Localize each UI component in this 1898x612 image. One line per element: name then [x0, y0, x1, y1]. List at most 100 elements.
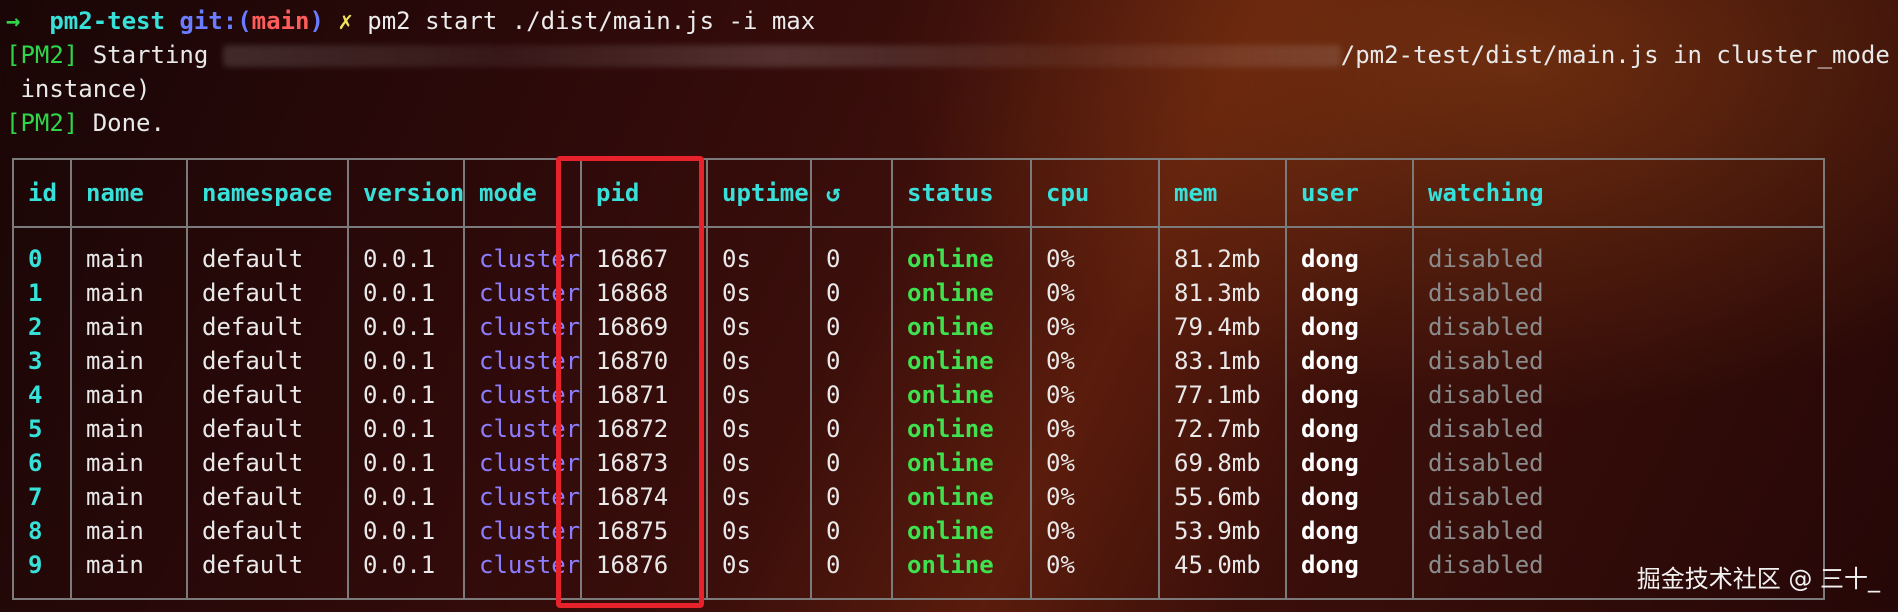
cell-id: 8 [28, 517, 43, 545]
cell-cpu: 0% [1046, 245, 1075, 273]
header-mem: mem [1174, 179, 1218, 207]
output-done-line: [PM2] Done. [6, 106, 165, 140]
redacted-path [222, 45, 1341, 67]
cell-watching: disabled [1428, 347, 1544, 375]
header-cpu: cpu [1046, 179, 1090, 207]
cell-mem: 79.4mb [1174, 313, 1261, 341]
cell-watching: disabled [1428, 279, 1544, 307]
cell-name: main [86, 517, 144, 545]
cell-uptime: 0s [722, 347, 751, 375]
cell-restarts: 0 [826, 381, 841, 409]
cell-namespace: default [202, 347, 304, 375]
cell-restarts: 0 [826, 347, 841, 375]
cell-namespace: default [202, 381, 304, 409]
cell-status: online [907, 517, 994, 545]
cell-status: online [907, 449, 994, 477]
cell-name: main [86, 313, 144, 341]
mode-column-highlight [556, 156, 704, 608]
cell-namespace: default [202, 483, 304, 511]
cell-restarts: 0 [826, 313, 841, 341]
cell-version: 0.0.1 [363, 313, 436, 341]
cell-cpu: 0% [1046, 415, 1075, 443]
cell-id: 5 [28, 415, 43, 443]
cell-status: online [907, 347, 994, 375]
starting-suffix: /pm2-test/dist/main.js in cluster_mode (… [1340, 41, 1898, 69]
column-divider [810, 160, 812, 598]
cell-version: 0.0.1 [363, 551, 436, 579]
cell-status: online [907, 483, 994, 511]
cell-watching: disabled [1428, 313, 1544, 341]
cell-status: online [907, 313, 994, 341]
cell-mem: 77.1mb [1174, 381, 1261, 409]
dirty-mark-icon: ✗ [338, 7, 353, 35]
column-divider [463, 160, 465, 598]
cell-mem: 72.7mb [1174, 415, 1261, 443]
cell-namespace: default [202, 415, 304, 443]
column-divider [891, 160, 893, 598]
cell-mem: 53.9mb [1174, 517, 1261, 545]
cell-user: dong [1301, 245, 1359, 273]
cell-watching: disabled [1428, 415, 1544, 443]
prompt-directory: pm2-test [49, 7, 165, 35]
cell-user: dong [1301, 347, 1359, 375]
cell-namespace: default [202, 245, 304, 273]
starting-prefix: Starting [78, 41, 209, 69]
cell-name: main [86, 449, 144, 477]
cell-watching: disabled [1428, 517, 1544, 545]
cell-restarts: 0 [826, 551, 841, 579]
cell-name: main [86, 245, 144, 273]
cell-user: dong [1301, 483, 1359, 511]
cell-status: online [907, 415, 994, 443]
column-divider [706, 160, 708, 598]
header-namespace: namespace [202, 179, 333, 207]
cell-uptime: 0s [722, 415, 751, 443]
column-divider [1158, 160, 1160, 598]
column-divider [186, 160, 188, 598]
column-divider [347, 160, 349, 598]
cell-mem: 69.8mb [1174, 449, 1261, 477]
header-name: name [86, 179, 144, 207]
cell-version: 0.0.1 [363, 279, 436, 307]
cell-namespace: default [202, 517, 304, 545]
cell-uptime: 0s [722, 381, 751, 409]
column-divider [1030, 160, 1032, 598]
cell-name: main [86, 415, 144, 443]
column-divider [1285, 160, 1287, 598]
header-uptime: uptime [722, 179, 809, 207]
cell-id: 3 [28, 347, 43, 375]
cell-id: 9 [28, 551, 43, 579]
cell-version: 0.0.1 [363, 517, 436, 545]
cell-status: online [907, 381, 994, 409]
git-branch: main [251, 7, 310, 35]
cell-user: dong [1301, 517, 1359, 545]
cell-restarts: 0 [826, 483, 841, 511]
terminal[interactable]: → pm2-test git:(main) ✗ pm2 start ./dist… [0, 0, 1898, 612]
column-divider [70, 160, 72, 598]
cell-user: dong [1301, 279, 1359, 307]
header-mode: mode [479, 179, 537, 207]
cell-user: dong [1301, 415, 1359, 443]
header-status: status [907, 179, 994, 207]
watermark: 掘金技术社区 @ 三十_ [1636, 565, 1880, 593]
cell-mem: 81.3mb [1174, 279, 1261, 307]
cell-uptime: 0s [722, 279, 751, 307]
cell-version: 0.0.1 [363, 415, 436, 443]
output-starting-line: [PM2] Starting /pm2-test/dist/main.js in… [6, 38, 1898, 72]
cell-cpu: 0% [1046, 551, 1075, 579]
cell-namespace: default [202, 449, 304, 477]
header-divider [14, 226, 1823, 228]
cell-version: 0.0.1 [363, 381, 436, 409]
cell-cpu: 0% [1046, 347, 1075, 375]
cell-cpu: 0% [1046, 517, 1075, 545]
cell-mem: 81.2mb [1174, 245, 1261, 273]
cell-status: online [907, 245, 994, 273]
cell-restarts: 0 [826, 415, 841, 443]
cell-id: 4 [28, 381, 43, 409]
cell-id: 7 [28, 483, 43, 511]
cell-uptime: 0s [722, 551, 751, 579]
cell-namespace: default [202, 313, 304, 341]
cell-name: main [86, 551, 144, 579]
header-watching: watching [1428, 179, 1544, 207]
cell-user: dong [1301, 449, 1359, 477]
command-text: pm2 start ./dist/main.js -i max [367, 7, 816, 35]
